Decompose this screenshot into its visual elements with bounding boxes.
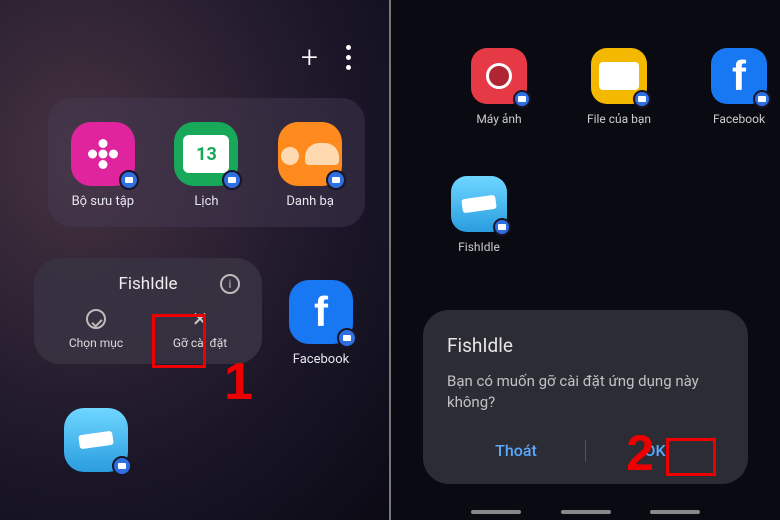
app-label: Danh bạ [286,194,334,209]
secure-folder-badge-icon [112,456,132,476]
fishidle-icon [64,408,128,472]
secure-folder-badge-icon [633,90,651,108]
context-menu-header: FishIdle i [44,274,252,294]
facebook-icon: f [289,280,353,344]
app-gallery[interactable]: Bộ sưu tập [66,122,140,209]
annotation-step-number: 2 [626,424,654,482]
app-grid: Máy ảnh File của bạn f Facebook [451,48,780,126]
app-camera[interactable]: Máy ảnh [451,48,547,126]
gallery-icon [71,122,135,186]
files-icon [591,48,647,104]
app-contacts[interactable]: Danh bạ [273,122,347,209]
facebook-icon: f [711,48,767,104]
app-facebook[interactable]: f Facebook [691,48,780,126]
cancel-button[interactable]: Thoát [447,435,585,466]
navigation-bar [471,510,700,514]
screenshot-step-2: Máy ảnh File của bạn f Facebook FishIdle… [391,0,780,520]
secure-folder-badge-icon [493,218,511,236]
annotation-highlight-box [152,314,206,368]
dialog-title: FishIdle [447,334,724,357]
fishidle-icon [451,176,507,232]
home-nav-icon[interactable] [561,510,611,514]
app-fishidle[interactable] [64,408,128,472]
select-item-action[interactable]: Chọn mục [44,308,148,350]
info-icon[interactable]: i [220,274,240,294]
context-menu-title: FishIdle [118,274,177,294]
app-context-menu: FishIdle i Chọn mục ✕ Gỡ cài đặt [34,258,262,364]
app-label: File của bạn [587,112,651,126]
app-facebook[interactable]: f Facebook [289,280,353,367]
secure-folder-badge-icon [337,328,357,348]
app-label: Lịch [194,194,218,209]
app-files[interactable]: File của bạn [571,48,667,126]
annotation-step-number: 1 [224,352,253,412]
app-label: FishIdle [458,240,500,254]
add-icon[interactable]: + [301,40,318,75]
secure-folder-badge-icon [753,90,771,108]
app-fishidle[interactable]: FishIdle [451,176,507,254]
secure-folder-badge-icon [119,170,139,190]
folder-top-actions: + [301,40,351,75]
back-nav-icon[interactable] [650,510,700,514]
calendar-icon: 13 [174,122,238,186]
secure-folder-badge-icon [513,90,531,108]
app-label: Facebook [293,352,349,367]
recents-nav-icon[interactable] [471,510,521,514]
screenshot-step-1: + Bộ sưu tập 13 Lịch Danh bạ f [0,0,389,520]
app-label: Máy ảnh [476,112,521,126]
action-label: Chọn mục [69,336,123,350]
annotation-highlight-box [666,438,716,476]
app-label: Bộ sưu tập [72,194,135,209]
dialog-message: Bạn có muốn gỡ cài đặt ứng dụng này khôn… [447,371,724,413]
secure-folder-badge-icon [326,170,346,190]
secure-folder-badge-icon [222,170,242,190]
app-folder-grid: Bộ sưu tập 13 Lịch Danh bạ [48,98,365,227]
app-calendar[interactable]: 13 Lịch [170,122,244,209]
app-label: Facebook [713,112,765,126]
contacts-icon [278,122,342,186]
more-icon[interactable] [346,45,351,70]
check-circle-icon [85,308,107,330]
camera-icon [471,48,527,104]
